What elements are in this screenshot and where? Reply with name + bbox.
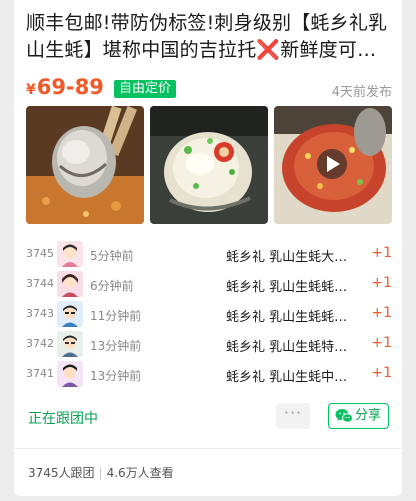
oyster-chili-photo[interactable]: [150, 106, 268, 224]
order-number: 3744: [26, 277, 54, 290]
order-quantity: +1: [371, 245, 392, 261]
price-value: 69-89: [36, 75, 104, 99]
avatar: [57, 241, 83, 267]
order-quantity: +1: [371, 335, 392, 351]
order-row[interactable]: 3745 5分钟前 蚝乡礼 乳山生蚝大… +1: [26, 240, 392, 270]
share-button[interactable]: 分享: [328, 403, 389, 429]
order-quantity: +1: [371, 275, 392, 291]
oyster-chopsticks-photo[interactable]: [26, 106, 144, 224]
pricing-tag: 自由定价: [114, 80, 177, 98]
order-item: 蚝乡礼 乳山生蚝特…: [226, 340, 348, 355]
price-row: ¥69-89 自由定价 4天前发布: [26, 75, 392, 102]
share-label: 分享: [355, 408, 382, 423]
avatar: [57, 331, 83, 357]
order-time: 5分钟前: [90, 249, 134, 263]
avatar: [57, 361, 83, 387]
avatar: [57, 271, 83, 297]
post-stats: 3745人跟团 | 4.6万人查看: [28, 464, 174, 481]
order-item: 蚝乡礼 乳山生蚝蚝…: [226, 280, 348, 295]
price: ¥69-89: [26, 75, 104, 99]
order-row[interactable]: 3742 13分钟前 蚝乡礼 乳山生蚝特… +1: [26, 330, 392, 360]
currency-symbol: ¥: [26, 82, 36, 98]
group-buy-card[interactable]: 顺丰包邮!带防伪标签!刺身级别【蚝乡礼乳山生蚝】堪称中国的吉拉托❌新鲜度可达99…: [14, 0, 402, 496]
avatar: [57, 301, 83, 327]
joined-count: 3745人跟团: [28, 466, 95, 480]
order-number: 3742: [26, 337, 54, 350]
photo-gallery: [26, 106, 392, 224]
order-time: 13分钟前: [90, 339, 142, 353]
order-time: 11分钟前: [90, 309, 142, 323]
order-item: 蚝乡礼 乳山生蚝蚝…: [226, 310, 348, 325]
wechat-icon: [335, 408, 353, 433]
stats-separator: |: [98, 466, 103, 480]
posted-time: 4天前发布: [331, 85, 392, 100]
following-status-link[interactable]: 正在跟团中: [28, 408, 98, 428]
order-quantity: +1: [371, 305, 392, 321]
post-title[interactable]: 顺丰包邮!带防伪标签!刺身级别【蚝乡礼乳山生蚝】堪称中国的吉拉托❌新鲜度可达99…: [26, 10, 392, 64]
order-row[interactable]: 3741 13分钟前 蚝乡礼 乳山生蚝中… +1: [26, 360, 392, 390]
divider: [14, 448, 402, 449]
order-item: 蚝乡礼 乳山生蚝大…: [226, 250, 348, 265]
more-button[interactable]: ···: [276, 403, 310, 429]
order-number: 3745: [26, 247, 54, 260]
order-time: 6分钟前: [90, 279, 134, 293]
order-number: 3741: [26, 367, 54, 380]
view-count: 4.6万人查看: [106, 466, 174, 480]
order-row[interactable]: 3744 6分钟前 蚝乡礼 乳山生蚝蚝… +1: [26, 270, 392, 300]
order-number: 3743: [26, 307, 54, 320]
order-list: 3745 5分钟前 蚝乡礼 乳山生蚝大… +1 3744 6分钟前 蚝乡礼 乳山…: [26, 240, 392, 390]
order-quantity: +1: [371, 365, 392, 381]
order-time: 13分钟前: [90, 369, 142, 383]
order-item: 蚝乡礼 乳山生蚝中…: [226, 370, 348, 385]
order-row[interactable]: 3743 11分钟前 蚝乡礼 乳山生蚝蚝… +1: [26, 300, 392, 330]
oyster-sauce-video[interactable]: [274, 106, 392, 224]
